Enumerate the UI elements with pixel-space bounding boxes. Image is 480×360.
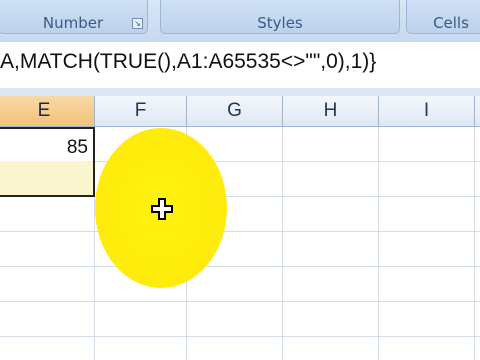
grid-line xyxy=(0,336,480,337)
ribbon-divider xyxy=(0,88,480,96)
formula-text[interactable]: A,MATCH(TRUE(),A1:A65535<>"",0),1)} xyxy=(0,50,376,74)
plus-cursor-icon xyxy=(151,198,173,220)
ribbon-group-label: Styles xyxy=(257,14,303,32)
dialog-launcher-icon[interactable]: ↘ xyxy=(132,18,143,29)
column-header-h[interactable]: H xyxy=(283,96,379,126)
column-headers: E F G H I xyxy=(0,96,480,127)
ribbon-group-label: Cells xyxy=(433,14,469,32)
column-header-e[interactable]: E xyxy=(0,96,95,126)
ribbon: Number ↘ Styles Cells xyxy=(0,0,480,43)
grid-line xyxy=(0,301,480,302)
ribbon-group-styles: Styles xyxy=(160,0,400,34)
cell-e-value[interactable]: 85 xyxy=(40,137,88,159)
ribbon-group-label: Number xyxy=(42,14,104,32)
column-header-g[interactable]: G xyxy=(187,96,283,126)
grid-line xyxy=(0,266,480,267)
grid-line xyxy=(0,231,480,232)
ribbon-group-number: Number ↘ xyxy=(0,0,148,34)
formula-bar[interactable]: A,MATCH(TRUE(),A1:A65535<>"",0),1)} xyxy=(0,42,480,89)
column-header-i[interactable]: I xyxy=(379,96,475,126)
column-header-f[interactable]: F xyxy=(95,96,187,126)
ribbon-group-cells: Cells xyxy=(406,0,480,34)
